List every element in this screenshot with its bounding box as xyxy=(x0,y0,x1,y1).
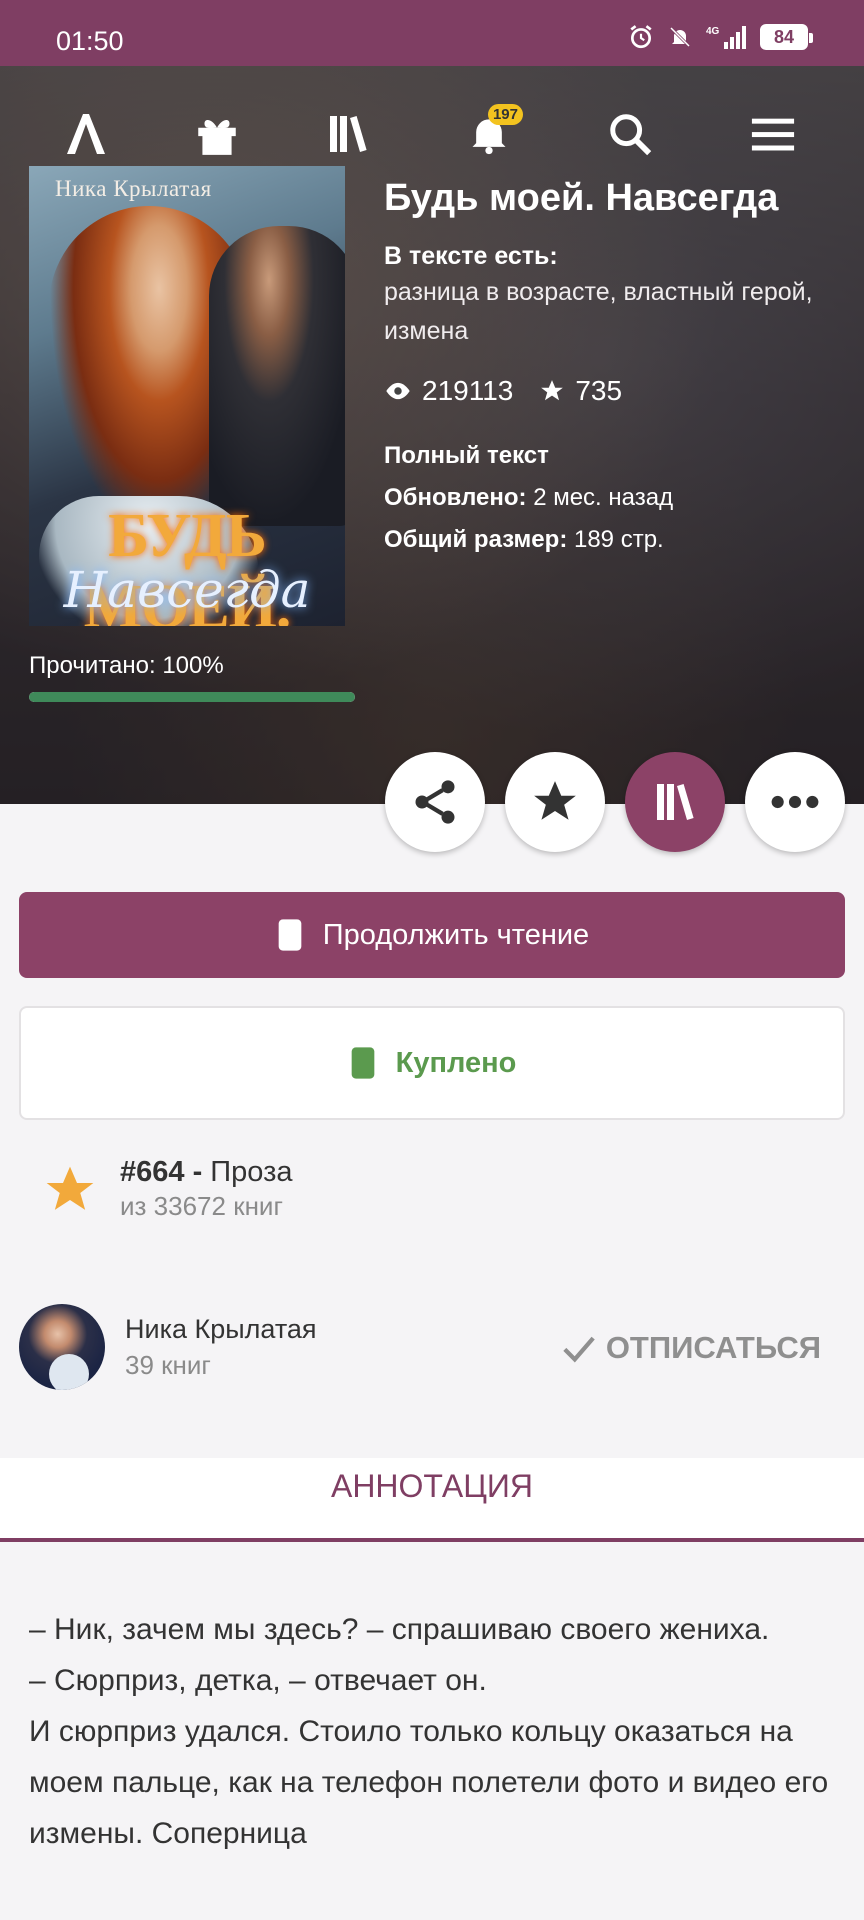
gift-icon xyxy=(198,119,236,155)
top-navigation: 197 xyxy=(0,104,864,162)
notifications-button[interactable]: 197 xyxy=(461,104,523,162)
menu-icon xyxy=(751,118,795,151)
library-icon xyxy=(657,784,694,820)
cover-title-line2: Навсегда xyxy=(63,561,311,619)
continue-reading-button[interactable]: Продолжить чтение xyxy=(19,892,845,978)
check-icon xyxy=(563,1336,595,1363)
alarm-icon xyxy=(630,25,652,49)
tab-annotation[interactable]: АННОТАЦИЯ xyxy=(0,1458,864,1542)
logo-icon xyxy=(67,114,105,154)
status-icons: 4G 84 xyxy=(628,24,813,50)
cover-art-man xyxy=(209,226,345,526)
search-icon xyxy=(610,114,652,156)
annotation-line: И сюрприз удался. Стоило только кольцу о… xyxy=(29,1715,829,1850)
status-time: 01:50 xyxy=(56,26,124,56)
star-icon xyxy=(541,380,564,401)
status-bar: 01:50 4G 84 xyxy=(0,0,864,66)
rank-total: из 33672 книг xyxy=(120,1191,283,1221)
add-to-library-button[interactable] xyxy=(625,752,725,852)
author-row: Ника Крылатая 39 книг ОТПИСАТЬСЯ xyxy=(19,1304,845,1390)
eye-icon xyxy=(386,382,410,400)
favorite-button[interactable] xyxy=(505,752,605,852)
book-hero: 197 Ника Крылатая БУДЬ МОЕЙ. Навсегда Бу… xyxy=(0,66,864,804)
views-count: 219113 xyxy=(422,375,514,406)
read-progress-label: Прочитано: 100% xyxy=(29,652,224,679)
read-progress-bar xyxy=(29,692,355,702)
unsubscribe-label: ОТПИСАТЬСЯ xyxy=(605,1330,821,1365)
updated-label: Обновлено: xyxy=(384,484,527,511)
cover-author: Ника Крылатая xyxy=(55,176,212,201)
author-name[interactable]: Ника Крылатая xyxy=(125,1314,317,1345)
book-stats: 219113 735 xyxy=(384,375,854,407)
notifications-badge: 197 xyxy=(487,104,523,125)
updated-value: 2 мес. назад xyxy=(533,484,674,511)
size-value: 189 стр. xyxy=(573,526,664,553)
avatar[interactable] xyxy=(19,1304,105,1390)
purchased-button[interactable]: Куплено xyxy=(19,1006,845,1120)
annotation-line: – Ник, зачем мы здесь? – спрашиваю своег… xyxy=(29,1613,770,1646)
more-options-button[interactable] xyxy=(745,752,845,852)
tags-label: В тексте есть: xyxy=(384,242,558,270)
book-meta: Полный текст Обновлено: 2 мес. назад Общ… xyxy=(384,435,854,561)
rank-category: Проза xyxy=(210,1156,293,1188)
read-progress-fill xyxy=(29,692,355,702)
annotation-line: – Сюрприз, детка, – отвечает он. xyxy=(29,1664,487,1697)
rank-star-icon xyxy=(46,1166,94,1210)
annotation-text: – Ник, зачем мы здесь? – спрашиваю своег… xyxy=(29,1604,839,1859)
star-icon xyxy=(534,781,576,820)
rank-position: #664 - xyxy=(120,1156,203,1188)
gift-button[interactable] xyxy=(189,106,245,162)
unsubscribe-button[interactable]: ОТПИСАТЬСЯ xyxy=(562,1330,821,1366)
rank-info[interactable]: #664 - Проза из 33672 книг xyxy=(42,1156,293,1222)
network-label: 4G xyxy=(706,26,720,37)
more-dots-icon xyxy=(771,795,819,809)
tab-annotation-label: АННОТАЦИЯ xyxy=(330,1468,534,1504)
logo-button[interactable] xyxy=(57,106,113,162)
book-info: Будь моей. Навсегда В тексте есть: разни… xyxy=(384,176,854,561)
tags-text: разница в возрасте, властный герой, изме… xyxy=(384,278,813,345)
book-status: Полный текст xyxy=(384,442,549,469)
book-icon xyxy=(351,1047,374,1079)
search-button[interactable] xyxy=(602,106,658,162)
author-books-count: 39 книг xyxy=(125,1350,211,1380)
book-icon xyxy=(278,919,302,951)
share-icon xyxy=(415,780,455,824)
signal-icon: 4G xyxy=(706,26,746,49)
continue-reading-label: Продолжить чтение xyxy=(322,918,590,951)
book-title: Будь моей. Навсегда xyxy=(384,177,779,219)
library-button[interactable] xyxy=(320,106,376,162)
menu-button[interactable] xyxy=(745,106,801,162)
bell-muted-icon xyxy=(669,26,691,48)
battery-indicator: 84 xyxy=(760,24,813,50)
size-label: Общий размер: xyxy=(384,526,568,553)
book-cover[interactable]: Ника Крылатая БУДЬ МОЕЙ. Навсегда xyxy=(29,166,345,626)
rating-count: 735 xyxy=(575,375,623,406)
library-icon xyxy=(330,116,367,152)
share-button[interactable] xyxy=(385,752,485,852)
purchased-label: Куплено xyxy=(395,1046,517,1079)
